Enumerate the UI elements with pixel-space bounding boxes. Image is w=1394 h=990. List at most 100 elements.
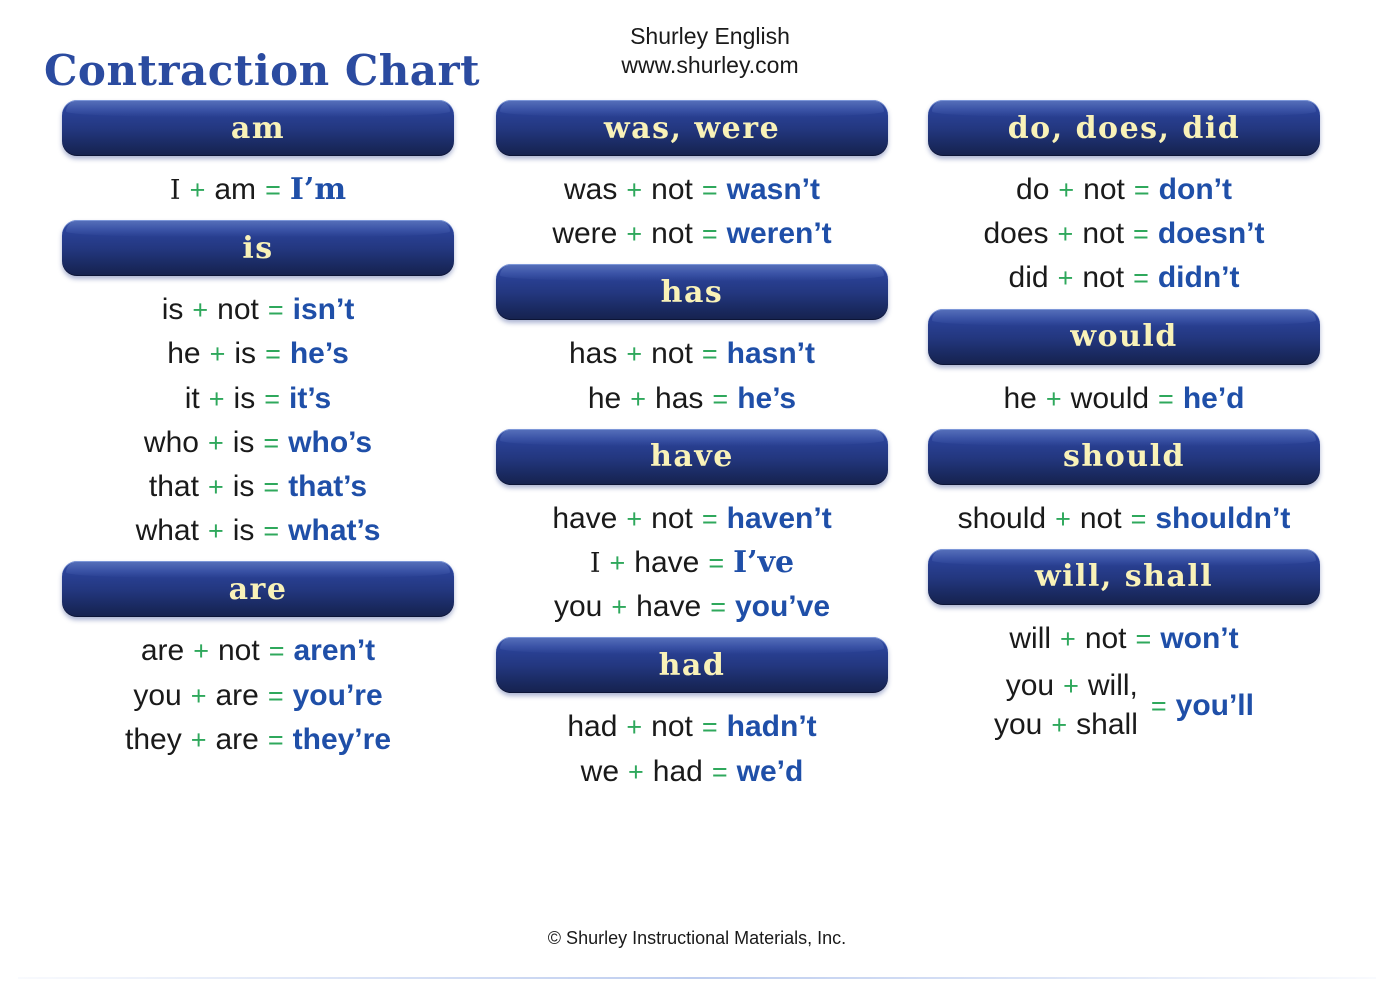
equals-operator-icon: =: [1133, 219, 1149, 250]
equation-row: are + not = aren’t: [141, 629, 375, 673]
plus-operator-icon: +: [626, 339, 643, 370]
plus-operator-icon: +: [626, 175, 643, 205]
equation-operand-left: they: [124, 722, 182, 756]
contraction-section: have have + not = haven’t I + have = I’ve you + have =…: [496, 428, 888, 638]
equation-operand-left: you: [553, 590, 603, 624]
equation-operand-right: are: [215, 722, 259, 756]
bottom-divider: [18, 977, 1376, 979]
section-header-pill: have: [496, 428, 888, 485]
equation-operand-left: has: [568, 337, 618, 371]
equation-operand-right: not: [1082, 261, 1125, 295]
equation-operand-right: are: [215, 678, 259, 712]
plus-operator-icon: +: [192, 295, 209, 326]
section-header-label: is: [242, 230, 274, 266]
equation-operand-right: not: [1082, 217, 1125, 251]
equation-list: should + not = shouldn’t: [928, 485, 1320, 549]
equation-operand-right: is: [232, 469, 255, 503]
equation-operand-right: not: [651, 710, 693, 744]
equals-operator-icon: =: [1133, 175, 1150, 205]
section-header-label: would: [1070, 319, 1178, 355]
equation-row: had + not = hadn’t: [567, 705, 816, 749]
plus-operator-icon: +: [1057, 219, 1074, 250]
equation-list: are + not = aren’t you + are = you’re they + are = the…: [62, 617, 454, 770]
equation-result: shouldn’t: [1155, 501, 1291, 535]
section-header-pill: should: [928, 428, 1320, 485]
equation-operand-left: he: [1003, 381, 1037, 415]
equation-result: who’s: [288, 425, 373, 459]
plus-operator-icon: +: [208, 383, 225, 414]
equation-result: he’s: [737, 381, 797, 415]
equals-operator-icon: =: [1133, 263, 1149, 294]
section-header-label: was, were: [603, 110, 781, 146]
equation-row: did + not = didn’t: [1009, 256, 1240, 300]
equation-operand-left: what: [135, 514, 199, 548]
equation-operand-left: we: [580, 754, 620, 788]
contraction-section: is is + not = isn’t he + is = he’s it + is = it’s who + is…: [62, 220, 454, 561]
equation-operand-left: are: [140, 634, 185, 668]
equation-result: hasn’t: [726, 337, 815, 371]
equals-operator-icon: =: [264, 383, 280, 414]
equation-list: will + not = won’t you + will, you + shall = you’ll: [928, 605, 1320, 754]
equation-result: won’t: [1160, 621, 1239, 655]
equation-result: wasn’t: [726, 173, 820, 206]
equals-operator-icon: =: [701, 175, 718, 205]
plus-operator-icon: +: [1063, 671, 1079, 702]
section-header-pill: would: [928, 308, 1320, 365]
equals-operator-icon: =: [701, 503, 718, 534]
equation-result: weren’t: [726, 217, 832, 251]
section-header-pill: is: [62, 220, 454, 277]
equation-operand-right: have: [636, 590, 702, 624]
equation-operand-right: am: [214, 173, 257, 206]
equals-operator-icon: =: [708, 547, 725, 578]
equation-operand-right: not: [1084, 621, 1127, 655]
equals-operator-icon: =: [263, 427, 280, 458]
equation-row: he + would = he’d: [1004, 377, 1245, 421]
plus-operator-icon: +: [626, 712, 643, 743]
contraction-section: would he + would = he’d: [928, 308, 1320, 429]
equals-operator-icon: =: [1150, 690, 1167, 721]
brand-block: Shurley English www.shurley.com: [520, 22, 900, 81]
plus-operator-icon: +: [630, 383, 647, 414]
plus-operator-icon: +: [207, 471, 224, 502]
equation-row: I + have = I’ve: [590, 541, 794, 585]
equation-row: they + are = they’re: [125, 718, 391, 762]
equation-result: he’d: [1182, 381, 1245, 415]
equals-operator-icon: =: [712, 383, 729, 414]
equation-list: he + would = he’d: [928, 365, 1320, 429]
equation-operand-left: have: [552, 501, 618, 535]
equation-operand-left: who: [143, 425, 199, 459]
equation-operand-left: does: [983, 217, 1049, 251]
plus-operator-icon: +: [1058, 175, 1075, 205]
equation-list: had + not = hadn’t we + had = we’d: [496, 693, 888, 801]
equation-operand-left: were: [552, 217, 618, 251]
chart-column-1: am I + am = I’m is is + not = isn’t he + is = he’s it + is =…: [62, 100, 454, 770]
plus-operator-icon: +: [190, 724, 207, 755]
contraction-section: will, shall will + not = won’t you + will, you + sh…: [928, 548, 1320, 754]
equals-operator-icon: =: [265, 175, 281, 205]
equation-list: is + not = isn’t he + is = he’s it + is = it’s who + is = w…: [62, 276, 454, 561]
equation-result: I’ve: [733, 544, 795, 580]
equation-operand-right: not: [1079, 501, 1122, 535]
equation-row: it + is = it’s: [185, 377, 331, 421]
equation-row: were + not = weren’t: [552, 212, 831, 256]
section-header-pill: are: [62, 561, 454, 618]
equation-subrow: you + shall: [994, 706, 1138, 745]
equation-operand-right: not: [651, 337, 693, 371]
plus-operator-icon: +: [626, 503, 643, 534]
equation-subrow: you + will,: [1006, 667, 1138, 706]
section-header-label: had: [658, 647, 726, 683]
contraction-section: am I + am = I’m: [62, 100, 454, 220]
plus-operator-icon: +: [189, 175, 206, 205]
contraction-section: was, were was + not = wasn’t were + not = weren’t: [496, 100, 888, 264]
equation-row: he + is = he’s: [167, 332, 349, 376]
plus-operator-icon: +: [193, 636, 209, 667]
equation-operand-right: will,: [1087, 669, 1138, 703]
equation-result: he’s: [289, 337, 349, 371]
section-header-label: will, shall: [1034, 559, 1214, 595]
equation-result: doesn’t: [1157, 217, 1265, 251]
equation-result: don’t: [1158, 173, 1232, 206]
equation-result: we’d: [736, 754, 804, 788]
equals-operator-icon: =: [265, 339, 281, 370]
plus-operator-icon: +: [628, 756, 644, 787]
equation-row: does + not = doesn’t: [983, 212, 1264, 256]
